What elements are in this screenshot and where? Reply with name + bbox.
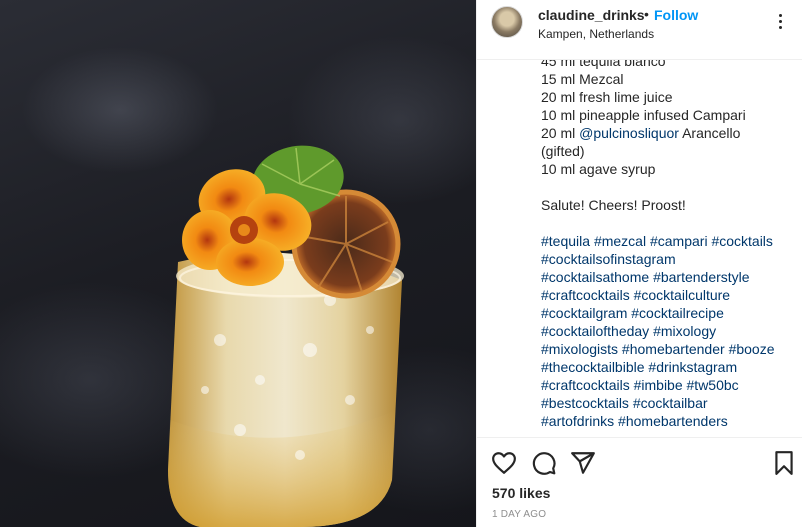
hashtag-link[interactable]: #cocktails: [711, 233, 772, 249]
hashtag-link[interactable]: #cocktailrecipe: [631, 305, 724, 321]
hashtag-link[interactable]: #artofdrinks: [541, 413, 614, 429]
hashtag-link[interactable]: #drinkstagram: [648, 359, 737, 375]
hashtag-link[interactable]: #homebartender: [622, 341, 725, 357]
hashtag-link[interactable]: #cocktailgram: [541, 305, 627, 321]
hashtag-line: #cocktailsofinstagram: [541, 250, 791, 268]
hashtag-line: #artofdrinks #homebartenders: [541, 412, 791, 430]
hashtag-link[interactable]: #mixology: [653, 323, 716, 339]
caption-line: 10 ml pineapple infused Campari: [541, 107, 746, 123]
hashtag-line: #cocktailgram #cocktailrecipe: [541, 304, 791, 322]
share-icon[interactable]: [570, 450, 596, 476]
separator-dot: •: [644, 6, 649, 22]
hashtag-link[interactable]: #campari: [650, 233, 708, 249]
caption-line: 10 ml agave syrup: [541, 161, 656, 177]
hashtag-link[interactable]: #mixologists: [541, 341, 618, 357]
hashtag-link[interactable]: #tw50bc: [687, 377, 739, 393]
hashtag-link[interactable]: #craftcocktails: [541, 287, 630, 303]
hashtag-link[interactable]: #cocktailculture: [634, 287, 731, 303]
more-options-icon[interactable]: [773, 12, 789, 32]
hashtag-line: #thecocktailbible #drinkstagram: [541, 358, 791, 376]
hashtag-link[interactable]: #homebartenders: [618, 413, 728, 429]
post-header: claudine_drinks • Follow Kampen, Netherl…: [477, 0, 802, 60]
cocktail-photo-art: [168, 145, 404, 527]
hashtag-line: #bestcocktails #cocktailbar: [541, 394, 791, 412]
post-actions: 570 likes 1 DAY AGO: [477, 438, 802, 527]
caption-line: 45 ml tequila blanco: [541, 60, 666, 69]
hashtag-line: #cocktailsathome #bartenderstyle: [541, 268, 791, 286]
caption-line: 15 ml Mezcal: [541, 71, 624, 87]
caption-line: 20 ml fresh lime juice: [541, 89, 673, 105]
bookmark-icon[interactable]: [771, 450, 797, 476]
hashtag-line: #tequila #mezcal #campari #cocktails: [541, 232, 791, 250]
heart-icon[interactable]: [491, 450, 517, 476]
username-link[interactable]: claudine_drinks: [538, 7, 645, 23]
hashtag-line: #cocktailoftheday #mixology: [541, 322, 791, 340]
hashtag-link[interactable]: #cocktailoftheday: [541, 323, 649, 339]
hashtag-line: #craftcocktails #cocktailculture: [541, 286, 791, 304]
hashtag-link[interactable]: #cocktailbar: [633, 395, 708, 411]
hashtag-block: #tequila #mezcal #campari #cocktails #coc…: [541, 232, 791, 430]
hashtag-link[interactable]: #mezcal: [594, 233, 646, 249]
caption-text-segment: 20 ml: [541, 125, 580, 141]
caption-gap: [541, 178, 791, 196]
hashtag-link[interactable]: #tequila: [541, 233, 590, 249]
hashtag-link[interactable]: #imbibe: [634, 377, 683, 393]
post-sidebar: claudine_drinks • Follow Kampen, Netherl…: [476, 0, 802, 527]
hashtag-link[interactable]: #cocktailsofinstagram: [541, 251, 676, 267]
caption-text: 45 ml tequila blanco 15 ml Mezcal 20 ml …: [541, 60, 791, 430]
hashtag-link[interactable]: #craftcocktails: [541, 377, 630, 393]
hashtag-line: #craftcocktails #imbibe #tw50bc: [541, 376, 791, 394]
caption-line: (gifted): [541, 143, 585, 159]
post-timestamp[interactable]: 1 DAY AGO: [492, 509, 546, 520]
caption-text-segment: Arancello: [678, 125, 741, 141]
follow-button[interactable]: Follow: [654, 7, 698, 23]
mention-link[interactable]: @pulcinosliquor: [579, 125, 679, 141]
hashtag-line: #mixologists #homebartender #booze: [541, 340, 791, 358]
hashtag-link[interactable]: #booze: [729, 341, 775, 357]
avatar[interactable]: [491, 6, 523, 38]
post-photo[interactable]: [0, 0, 476, 527]
hashtag-link[interactable]: #cocktailsathome: [541, 269, 649, 285]
hashtag-link[interactable]: #bartenderstyle: [653, 269, 750, 285]
comment-icon[interactable]: [531, 450, 557, 476]
hashtag-link[interactable]: #thecocktailbible: [541, 359, 645, 375]
caption-scroll-area[interactable]: 45 ml tequila blanco 15 ml Mezcal 20 ml …: [477, 60, 802, 438]
likes-count[interactable]: 570 likes: [492, 485, 550, 501]
hashtag-link[interactable]: #bestcocktails: [541, 395, 629, 411]
caption-line: Salute! Cheers! Proost!: [541, 197, 686, 213]
location-link[interactable]: Kampen, Netherlands: [538, 27, 654, 41]
caption-gap: [541, 214, 791, 232]
caption-line-mention: 20 ml @pulcinosliquor Arancello: [541, 124, 791, 142]
